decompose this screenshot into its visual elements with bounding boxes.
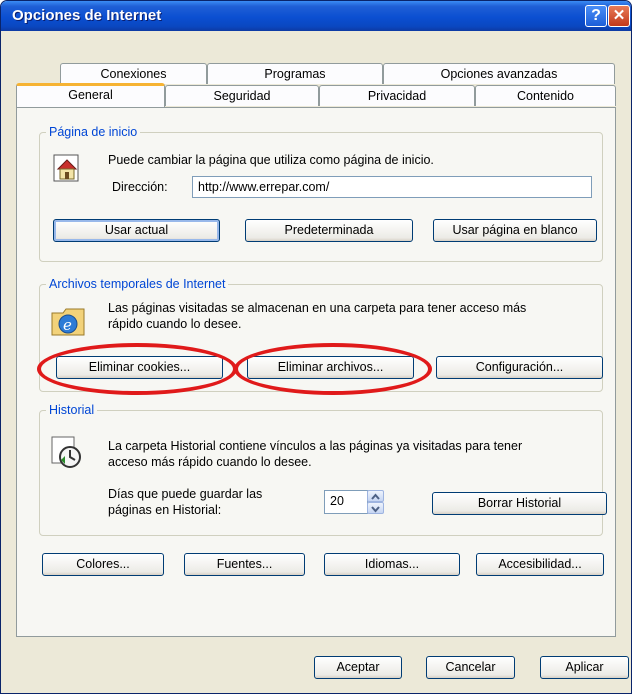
tab-privacidad[interactable]: Privacidad: [319, 85, 475, 106]
home-address-input[interactable]: http://www.errepar.com/: [192, 176, 592, 198]
home-page-icon: [53, 154, 79, 182]
address-label: Dirección:: [112, 180, 168, 194]
svg-text:e: e: [63, 316, 72, 334]
general-tab-panel: Página de inicio Puede cambiar la página…: [16, 107, 616, 637]
tab-contenido[interactable]: Contenido: [475, 85, 616, 106]
ok-button[interactable]: Aceptar: [314, 656, 402, 679]
title-bar: Opciones de Internet ? ✕: [1, 1, 631, 31]
home-page-group: Página de inicio Puede cambiar la página…: [39, 125, 603, 262]
clear-history-button[interactable]: Borrar Historial: [432, 492, 607, 515]
window-title: Opciones de Internet: [12, 7, 162, 24]
tab-general[interactable]: General: [16, 83, 165, 107]
delete-files-button[interactable]: Eliminar archivos...: [247, 356, 414, 379]
colors-button[interactable]: Colores...: [42, 553, 164, 576]
cancel-button[interactable]: Cancelar: [426, 656, 515, 679]
help-button[interactable]: ?: [585, 5, 607, 27]
history-description-line1: La carpeta Historial contiene vínculos a…: [108, 439, 523, 453]
days-decrease-button[interactable]: [367, 502, 384, 514]
close-button[interactable]: ✕: [608, 5, 630, 27]
history-description-line2: acceso más rápido cuando lo desee.: [108, 455, 312, 469]
tab-programas[interactable]: Programas: [207, 63, 383, 84]
history-group: Historial La carpeta Historial contiene …: [39, 403, 607, 536]
ie-folder-icon: e: [51, 308, 85, 336]
home-page-description: Puede cambiar la página que utiliza como…: [108, 153, 434, 167]
history-days-input[interactable]: 20: [324, 490, 368, 514]
history-group-label: Historial: [46, 403, 98, 417]
delete-cookies-button[interactable]: Eliminar cookies...: [56, 356, 223, 379]
languages-button[interactable]: Idiomas...: [324, 553, 460, 576]
history-days-label-line1: Días que puede guardar las: [108, 487, 263, 501]
apply-button[interactable]: Aplicar: [540, 656, 629, 679]
temp-files-description-line2: rápido cuando lo desee.: [108, 317, 242, 331]
home-page-group-label: Página de inicio: [46, 125, 141, 139]
history-clock-icon: [51, 436, 81, 468]
tab-opciones-avanzadas[interactable]: Opciones avanzadas: [383, 63, 615, 84]
temp-files-group: Archivos temporales de Internet e Las pá…: [39, 277, 603, 392]
chevron-down-icon: [371, 506, 380, 513]
accessibility-button[interactable]: Accesibilidad...: [476, 553, 604, 576]
temp-files-description-line1: Las páginas visitadas se almacenan en un…: [108, 301, 527, 315]
temp-settings-button[interactable]: Configuración...: [436, 356, 603, 379]
tab-seguridad[interactable]: Seguridad: [165, 85, 319, 106]
use-blank-button[interactable]: Usar página en blanco: [433, 219, 597, 242]
chevron-up-icon: [371, 493, 380, 500]
internet-options-dialog: Opciones de Internet ? ✕ Conexiones Prog…: [0, 0, 632, 694]
days-increase-button[interactable]: [367, 490, 384, 502]
use-current-button[interactable]: Usar actual: [53, 219, 220, 242]
use-default-button[interactable]: Predeterminada: [245, 219, 413, 242]
tab-conexiones[interactable]: Conexiones: [60, 63, 207, 84]
history-days-label-line2: páginas en Historial:: [108, 503, 222, 517]
temp-files-group-label: Archivos temporales de Internet: [46, 277, 229, 291]
fonts-button[interactable]: Fuentes...: [184, 553, 305, 576]
